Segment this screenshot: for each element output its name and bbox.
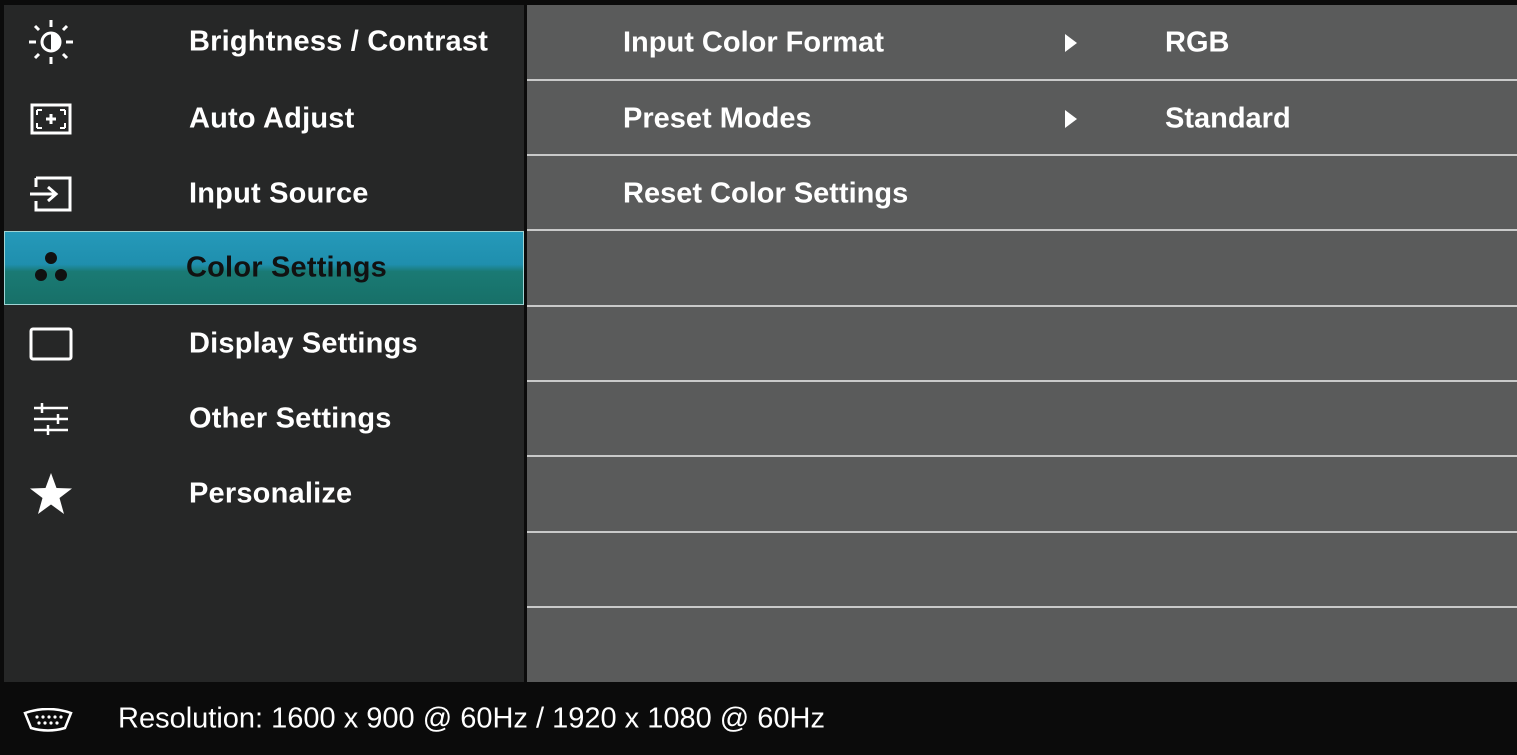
other-settings-icon (34, 403, 68, 435)
submenu-row-reset-color-settings[interactable]: Reset Color Settings (527, 156, 1517, 231)
main-menu-panel: Brightness / Contrast Auto Adjust Input … (4, 5, 524, 682)
vga-connector-icon (23, 708, 73, 732)
submenu-panel: Input Color Format RGB Preset Modes Stan… (527, 5, 1517, 682)
submenu-row-empty (527, 382, 1517, 457)
menu-item-color-settings[interactable]: Color Settings (4, 231, 524, 305)
star-icon (30, 473, 72, 514)
menu-item-label: Input Source (189, 177, 369, 210)
menu-item-label: Color Settings (186, 251, 387, 284)
submenu-row-preset-modes[interactable]: Preset Modes Standard (527, 81, 1517, 156)
resolution-text: Resolution: 1600 x 900 @ 60Hz / 1920 x 1… (118, 702, 825, 734)
input-source-icon (30, 176, 72, 212)
play-arrow-icon (1065, 33, 1077, 52)
menu-item-label: Brightness / Contrast (189, 25, 489, 58)
submenu-row-value: RGB (1165, 26, 1230, 58)
menu-item-display-settings[interactable]: Display Settings (4, 307, 524, 381)
menu-item-label: Other Settings (189, 402, 392, 435)
submenu-row-label: Reset Color Settings (623, 177, 909, 209)
menu-item-label: Display Settings (189, 327, 418, 360)
submenu-row-label: Preset Modes (623, 102, 812, 134)
submenu-row-empty (527, 457, 1517, 532)
display-settings-icon (29, 327, 73, 361)
submenu-row-empty (527, 533, 1517, 608)
submenu-row-empty (527, 608, 1517, 683)
menu-item-brightness-contrast[interactable]: Brightness / Contrast (4, 5, 524, 79)
color-settings-icon (35, 252, 67, 281)
auto-adjust-icon (30, 103, 72, 135)
menu-item-personalize[interactable]: Personalize (4, 457, 524, 531)
status-bar: Resolution: 1600 x 900 @ 60Hz / 1920 x 1… (0, 682, 1517, 755)
menu-item-auto-adjust[interactable]: Auto Adjust (4, 82, 524, 156)
submenu-row-label: Input Color Format (623, 26, 884, 58)
submenu-row-value: Standard (1165, 102, 1291, 134)
menu-item-label: Auto Adjust (189, 102, 355, 135)
monitor-osd-menu: Brightness / Contrast Auto Adjust Input … (0, 0, 1517, 755)
menu-item-input-source[interactable]: Input Source (4, 157, 524, 231)
menu-item-label: Personalize (189, 477, 353, 510)
play-arrow-icon (1065, 109, 1077, 128)
submenu-row-empty (527, 307, 1517, 382)
submenu-row-empty (527, 231, 1517, 306)
submenu-row-input-color-format[interactable]: Input Color Format RGB (527, 5, 1517, 80)
menu-item-other-settings[interactable]: Other Settings (4, 382, 524, 456)
brightness-icon (29, 20, 73, 64)
